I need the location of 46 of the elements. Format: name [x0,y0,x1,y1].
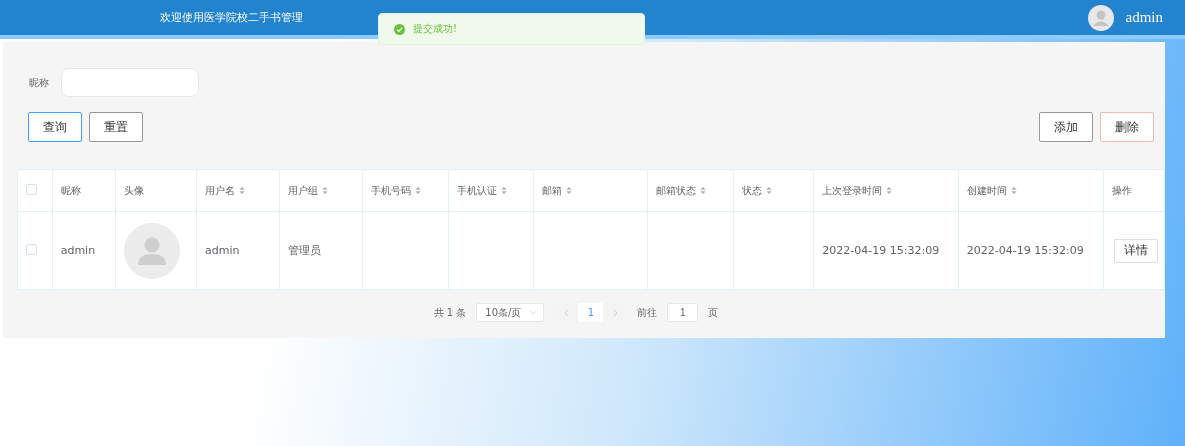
column-header[interactable]: 创建时间 [966,183,1017,198]
chevron-right-icon [612,308,618,317]
column-header[interactable]: 昵称 [60,183,81,198]
table-cell: 管理员 [288,244,322,257]
total-count: 共 1 条 [433,305,467,320]
sort-icon[interactable] [322,186,329,195]
details-button[interactable]: 详情 [1114,238,1159,263]
sort-icon[interactable] [1010,186,1017,195]
column-header[interactable]: 状态 [741,183,772,198]
search-button[interactable]: 重置 [89,112,143,142]
check-circle-icon [394,23,405,35]
page-size-select[interactable]: 10条/页 [476,303,545,322]
sort-icon[interactable] [700,186,707,195]
row-checkbox[interactable] [26,243,37,255]
search-button[interactable]: 查询 [28,112,82,142]
toast-message: 提交成功! [413,22,457,36]
action-button[interactable]: 添加 [1039,112,1093,142]
sort-icon[interactable] [765,186,772,195]
table-cell: 2022-04-19 15:32:09 [822,244,940,257]
column-header[interactable]: 用户名 [205,183,246,198]
goto-label: 前往 [637,305,658,320]
sort-icon[interactable] [239,186,246,195]
column-header[interactable]: 头像 [123,183,144,198]
sort-icon[interactable] [886,186,893,195]
column-header[interactable]: 操作 [1112,183,1133,198]
column-header[interactable]: 上次登录时间 [822,183,893,198]
page-suffix: 页 [708,305,719,320]
table-cell: admin [60,244,96,257]
nickname-input-field[interactable] [61,68,199,97]
sort-icon[interactable] [501,186,508,195]
field-label: 昵称 [29,75,49,90]
select-all-checkbox[interactable] [26,184,37,195]
sort-icon[interactable] [566,186,573,195]
chevron-left-icon [563,308,569,317]
sort-icon[interactable] [415,186,422,195]
column-header[interactable]: 用户组 [288,183,329,198]
action-button[interactable]: 删除 [1100,112,1154,142]
table-cell: admin [205,244,240,257]
column-header[interactable]: 邮箱 [542,183,573,198]
site-title: 欢迎使用医学院校二手书管理 [160,10,303,25]
table-cell: 2022-04-19 15:32:09 [966,244,1084,257]
user-avatar-icon[interactable] [1087,4,1114,31]
chevron-down-icon [530,310,538,315]
user-name[interactable]: admin [1125,9,1163,26]
avatar-icon [123,222,180,279]
page-input-field[interactable]: 1 [667,303,699,322]
